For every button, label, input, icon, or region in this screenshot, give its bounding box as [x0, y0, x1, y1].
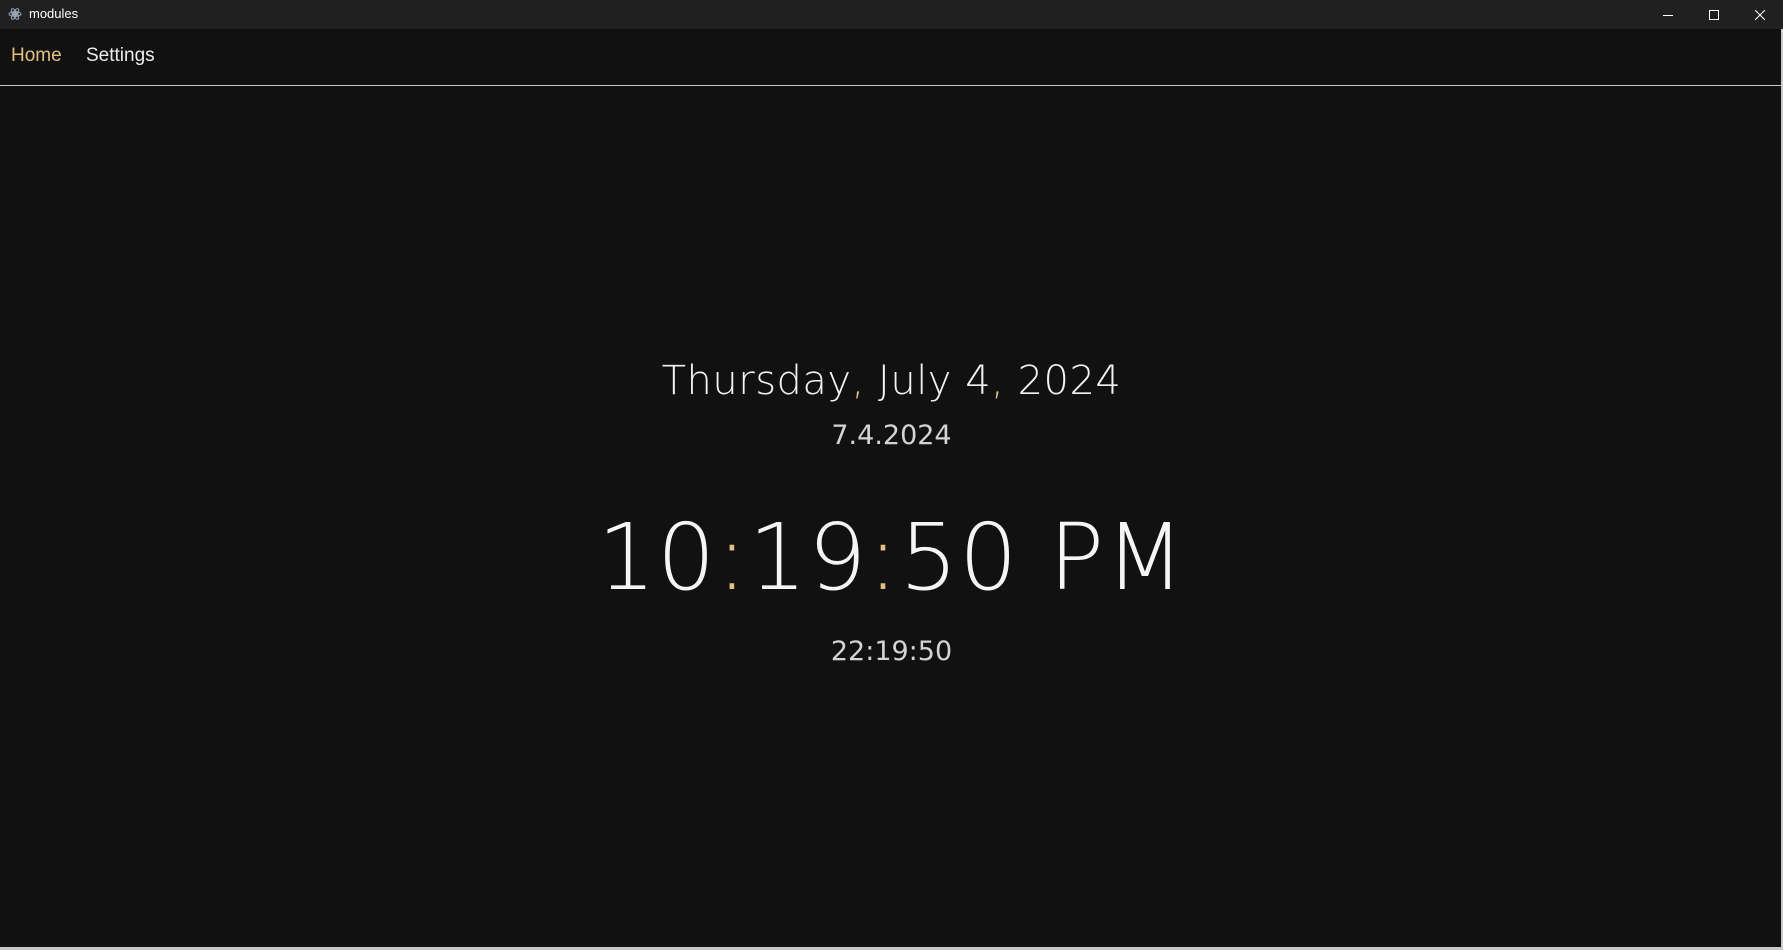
app-logo-icon — [8, 7, 22, 21]
close-icon — [1755, 9, 1765, 20]
maximize-button[interactable] — [1691, 0, 1737, 29]
nav-item-home[interactable]: Home — [11, 45, 62, 67]
close-button[interactable] — [1737, 0, 1783, 29]
minimize-button[interactable] — [1645, 0, 1691, 29]
nav-item-settings[interactable]: Settings — [86, 45, 155, 67]
long-date-year: 2024 — [1004, 358, 1122, 404]
app-window: modules Home Settings Thursday, July 4, … — [0, 0, 1783, 950]
long-date-weekday: Thursday — [661, 358, 852, 404]
long-date-month-day: July 4 — [864, 358, 992, 404]
short-date: 7.4.2024 — [831, 420, 952, 451]
time-24-hour: 22:19:50 — [830, 636, 953, 667]
time-colon: : — [716, 504, 749, 611]
long-date-separator: , — [851, 358, 865, 404]
minimize-icon — [1663, 10, 1673, 20]
title-bar[interactable]: modules — [0, 0, 1783, 29]
long-date-separator: , — [991, 358, 1005, 404]
time-minutes: 19 — [748, 504, 868, 611]
window-controls — [1645, 0, 1783, 29]
time-seconds: 50 — [899, 504, 1019, 611]
clock-panel: Thursday, July 4, 2024 7.4.2024 10:19:50… — [0, 86, 1783, 947]
time-ampm: PM — [1018, 504, 1186, 611]
time-colon: : — [867, 504, 900, 611]
time-12-hour: 10:19:50 PM — [0, 504, 1783, 611]
window-title: modules — [29, 6, 79, 21]
long-date: Thursday, July 4, 2024 — [0, 358, 1783, 404]
nav-bar: Home Settings — [0, 29, 1783, 86]
time-hours: 10 — [597, 504, 717, 611]
maximize-icon — [1709, 9, 1719, 20]
